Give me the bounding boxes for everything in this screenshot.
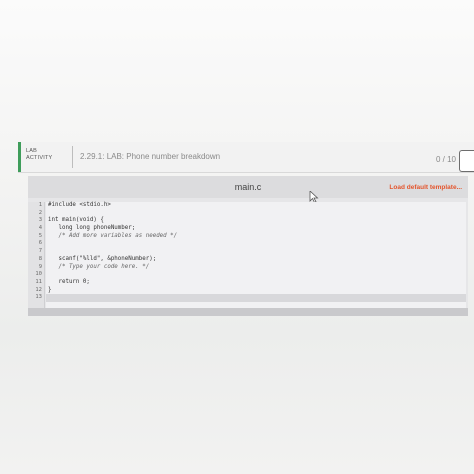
lab-activity-tag: LAB ACTIVITY: [26, 148, 68, 162]
code-line[interactable]: long long phoneNumber;: [46, 225, 466, 233]
line-number: 4: [38, 225, 42, 232]
score-box: [459, 150, 474, 172]
code-line[interactable]: int main(void) {: [46, 217, 466, 225]
line-number: 7: [38, 248, 42, 255]
code-editor: main.c Load default template... 1 2 3 4 …: [28, 176, 468, 316]
code-line[interactable]: /* Add more variables as needed */: [46, 233, 466, 241]
line-number: 11: [35, 278, 42, 285]
line-number: 9: [38, 263, 42, 270]
header-divider: [72, 146, 73, 168]
lab-activity-header: LAB ACTIVITY 2.29.1: LAB: Phone number b…: [18, 142, 474, 173]
line-number: 1: [38, 202, 42, 208]
code-line[interactable]: [46, 240, 466, 248]
line-number: 12: [35, 286, 42, 293]
code-line[interactable]: [46, 271, 466, 279]
lab-title: 2.29.1: LAB: Phone number breakdown: [80, 152, 221, 161]
line-number: 10: [35, 271, 42, 278]
line-number-gutter: 1 2 3 4 5 6 7 8 9 10 11 12 13: [28, 202, 45, 308]
lab-tag-line1: LAB: [26, 148, 37, 154]
horizontal-scrollbar[interactable]: [28, 308, 468, 316]
code-line[interactable]: return 0;: [46, 279, 466, 287]
line-number: 8: [38, 255, 42, 262]
code-line[interactable]: [46, 210, 466, 218]
code-line[interactable]: /* Type your code here. */: [46, 264, 466, 272]
line-number: 5: [38, 232, 42, 239]
code-text-area[interactable]: #include <stdio.h> int main(void) { long…: [46, 202, 466, 308]
code-line-active[interactable]: [46, 294, 466, 302]
line-number: 3: [38, 217, 42, 224]
code-line[interactable]: #include <stdio.h>: [46, 202, 466, 210]
line-number: 6: [38, 240, 42, 247]
code-line[interactable]: }: [46, 287, 466, 295]
line-number: 13: [35, 294, 42, 301]
line-number: 2: [38, 209, 42, 216]
lab-tag-line2: ACTIVITY: [26, 155, 53, 161]
lab-accent-bar: [18, 142, 21, 172]
code-line[interactable]: scanf("%lld", &phoneNumber);: [46, 256, 466, 264]
file-tab-bar: main.c Load default template...: [28, 176, 468, 203]
score-display: 0 / 10: [435, 155, 456, 164]
load-default-template-link[interactable]: Load default template...: [389, 184, 462, 191]
code-line[interactable]: [46, 248, 466, 256]
